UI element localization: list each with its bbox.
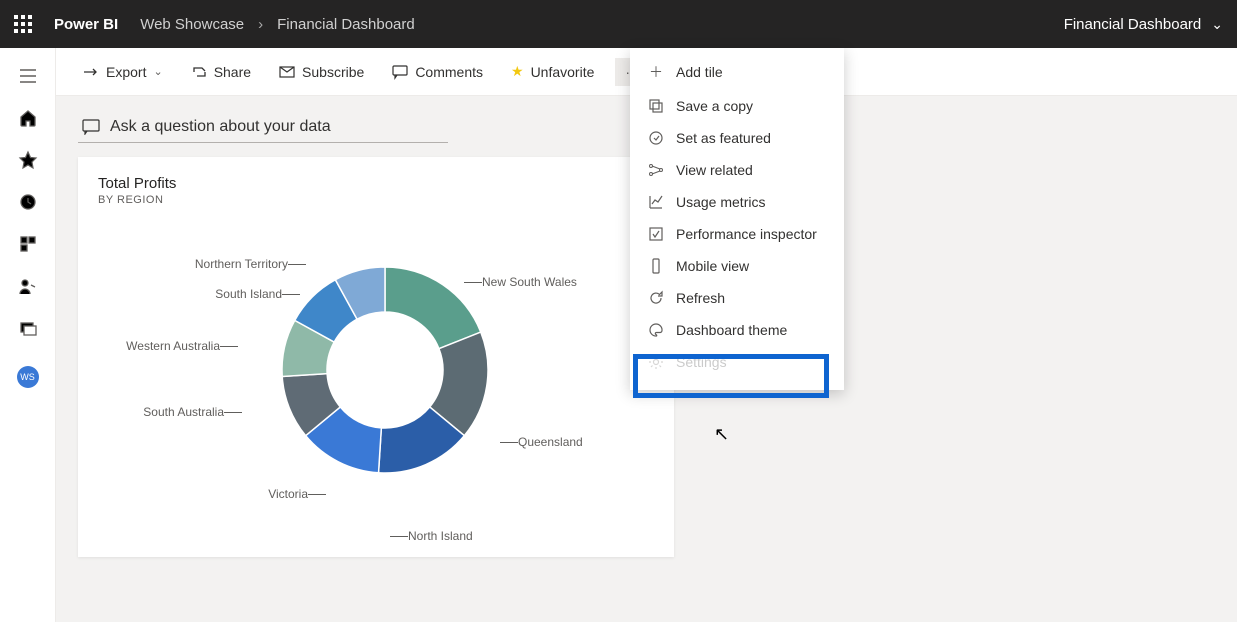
export-button[interactable]: Export ⌄ <box>76 58 170 86</box>
tile-total-profits[interactable]: Total Profits By Region New South Wales Q… <box>78 157 674 557</box>
more-menu: ＋Add tile Save a copy Set as featured Vi… <box>630 48 844 390</box>
home-icon[interactable] <box>18 108 38 128</box>
breadcrumb: Web Showcase › Financial Dashboard <box>140 16 415 33</box>
menu-usage-metrics[interactable]: Usage metrics <box>630 186 844 218</box>
mobile-icon <box>648 258 664 274</box>
breadcrumb-workspace[interactable]: Web Showcase <box>140 16 244 33</box>
share-button[interactable]: Share <box>184 58 258 86</box>
menu-add-tile[interactable]: ＋Add tile <box>630 54 844 90</box>
chart-label: New South Wales <box>482 275 577 289</box>
menu-refresh[interactable]: Refresh <box>630 282 844 314</box>
star-filled-icon: ★ <box>511 63 524 80</box>
chevron-down-icon: ⌄ <box>1211 16 1223 33</box>
chart-label: Western Australia <box>126 339 220 353</box>
brand-label[interactable]: Power BI <box>54 16 118 33</box>
related-icon <box>648 162 664 178</box>
chart-label: Northern Territory <box>195 257 288 271</box>
page-switcher-label: Financial Dashboard <box>1064 16 1202 33</box>
chevron-down-icon: ⌄ <box>153 65 162 78</box>
page-switcher[interactable]: Financial Dashboard ⌄ <box>1064 16 1223 33</box>
donut-chart: New South Wales Queensland North Island Vic… <box>78 213 674 557</box>
apps-icon[interactable] <box>18 234 38 254</box>
menu-mobile-view[interactable]: Mobile view <box>630 250 844 282</box>
menu-performance-inspector[interactable]: Performance inspector <box>630 218 844 250</box>
qna-placeholder: Ask a question about your data <box>110 118 331 136</box>
chart-label: South Australia <box>143 405 224 419</box>
chat-icon <box>82 119 100 135</box>
chart-label: South Island <box>215 287 282 301</box>
subscribe-button[interactable]: Subscribe <box>272 58 371 86</box>
qna-input[interactable]: Ask a question about your data <box>78 114 448 143</box>
plus-icon: ＋ <box>648 62 664 82</box>
refresh-icon <box>648 290 664 306</box>
menu-settings[interactable]: Settings <box>630 346 844 378</box>
hamburger-icon[interactable] <box>18 66 38 86</box>
topbar-left: Power BI Web Showcase › Financial Dashbo… <box>14 15 415 33</box>
inspector-icon <box>648 226 664 242</box>
tile-subtitle: By Region <box>98 194 654 206</box>
copy-icon <box>648 98 664 114</box>
badge-icon <box>648 130 664 146</box>
comments-button[interactable]: Comments <box>385 58 490 86</box>
chart-label: Queensland <box>518 435 583 449</box>
recent-icon[interactable] <box>18 192 38 212</box>
left-nav-rail: WS <box>0 48 56 622</box>
breadcrumb-dashboard[interactable]: Financial Dashboard <box>277 16 415 33</box>
shared-icon[interactable] <box>18 276 38 296</box>
menu-set-featured[interactable]: Set as featured <box>630 122 844 154</box>
chart-label: Victoria <box>268 487 308 501</box>
top-header: Power BI Web Showcase › Financial Dashbo… <box>0 0 1237 48</box>
workspaces-icon[interactable] <box>18 318 38 338</box>
chart-label: North Island <box>408 529 473 543</box>
menu-save-copy[interactable]: Save a copy <box>630 90 844 122</box>
chevron-right-icon: › <box>258 16 263 33</box>
workspace-avatar[interactable]: WS <box>17 366 39 388</box>
favorites-icon[interactable] <box>18 150 38 170</box>
metrics-icon <box>648 194 664 210</box>
theme-icon <box>648 322 664 338</box>
tile-title: Total Profits <box>98 175 654 192</box>
menu-view-related[interactable]: View related <box>630 154 844 186</box>
unfavorite-button[interactable]: ★ Unfavorite <box>504 57 601 86</box>
app-launcher-icon[interactable] <box>14 15 32 33</box>
gear-icon <box>648 354 664 370</box>
menu-dashboard-theme[interactable]: Dashboard theme <box>630 314 844 346</box>
